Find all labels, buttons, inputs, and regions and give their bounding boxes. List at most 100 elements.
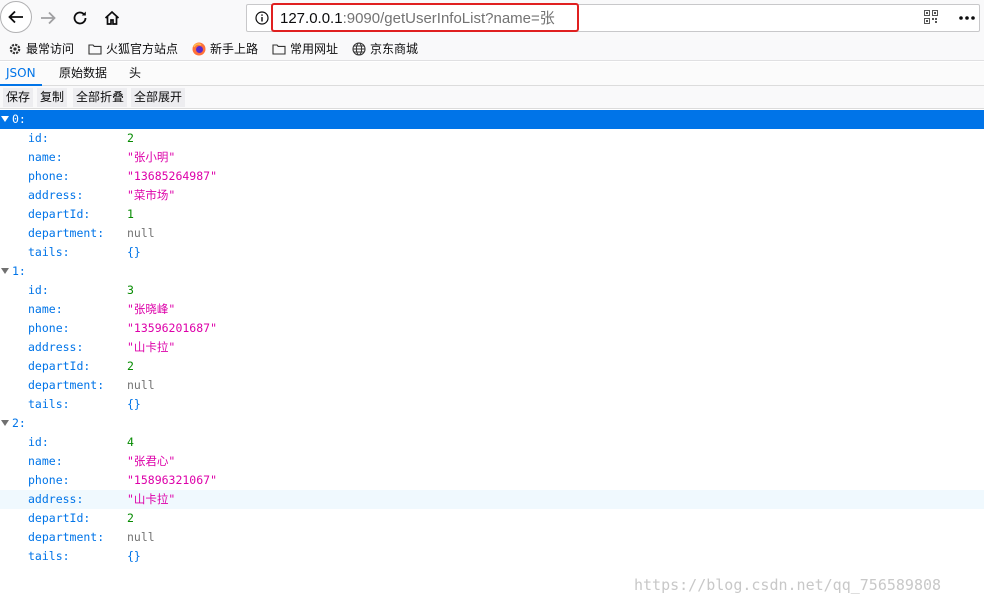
field-value: 3 <box>127 283 134 297</box>
table-row[interactable]: tails: {} <box>0 547 984 566</box>
bookmark-most-visited[interactable]: 最常访问 <box>8 40 74 57</box>
field-key: tails: <box>28 397 70 411</box>
expand-arrow-icon[interactable] <box>1 116 9 122</box>
bookmark-getting-started[interactable]: 新手上路 <box>192 40 258 57</box>
field-value: "山卡拉" <box>127 340 176 354</box>
field-value: 1 <box>127 207 134 221</box>
home-icon <box>104 10 120 25</box>
field-value: 2 <box>127 511 134 525</box>
table-row[interactable]: department: null <box>0 376 984 395</box>
table-row[interactable]: address: "菜市场" <box>0 186 984 205</box>
field-key: departId: <box>28 511 91 525</box>
field-value: null <box>127 226 155 240</box>
field-key: address: <box>28 492 84 506</box>
forward-button[interactable] <box>32 2 64 34</box>
field-value: "张晓峰" <box>127 302 176 316</box>
field-key: phone: <box>28 473 70 487</box>
expand-arrow-icon[interactable] <box>1 268 9 274</box>
table-row[interactable]: departId: 2 <box>0 509 984 528</box>
field-value: {} <box>127 549 141 563</box>
table-row[interactable]: department: null <box>0 224 984 243</box>
bookmark-firefox-official[interactable]: 火狐官方站点 <box>88 40 178 57</box>
field-key: tails: <box>28 245 70 259</box>
collapse-all-button[interactable]: 全部折叠 <box>73 88 128 107</box>
record-index: 2: <box>12 416 26 430</box>
table-row[interactable]: departId: 1 <box>0 205 984 224</box>
table-row[interactable]: phone: "13596201687" <box>0 319 984 338</box>
field-key: id: <box>28 435 49 449</box>
field-key: department: <box>28 378 105 392</box>
field-key: name: <box>28 302 63 316</box>
field-key: phone: <box>28 169 70 183</box>
expand-arrow-icon[interactable] <box>1 420 9 426</box>
json-viewer-toolbar: 保存 复制 全部折叠 全部展开 <box>0 86 984 109</box>
arrow-right-icon <box>41 11 56 25</box>
arrow-left-icon <box>8 10 23 24</box>
table-row[interactable]: name: "张君心" <box>0 452 984 471</box>
expand-all-button[interactable]: 全部展开 <box>131 88 186 107</box>
url-host: 127.0.0.1 <box>280 10 343 27</box>
table-row[interactable]: tails: {} <box>0 243 984 262</box>
bookmark-label: 新手上路 <box>210 42 259 56</box>
bookmark-common-sites[interactable]: 常用网址 <box>272 40 338 57</box>
firefox-logo-icon <box>192 42 206 55</box>
field-value: "张小明" <box>127 150 176 164</box>
url-path: :9090/getUserInfoList?name=张 <box>342 10 555 27</box>
reload-button[interactable] <box>64 2 96 34</box>
field-value: "张君心" <box>127 454 176 468</box>
table-row[interactable]: address: "山卡拉" <box>0 490 984 509</box>
field-key: department: <box>28 530 105 544</box>
gear-icon <box>9 43 21 54</box>
home-button[interactable] <box>96 2 128 34</box>
field-value: 2 <box>127 131 134 145</box>
tab-json[interactable]: JSON <box>0 62 42 86</box>
tab-headers[interactable]: 头 <box>123 62 147 86</box>
field-key: id: <box>28 283 49 297</box>
field-value: "13596201687" <box>127 321 218 335</box>
back-button[interactable] <box>0 1 32 33</box>
folder-icon <box>272 43 286 55</box>
tree-row-record-1[interactable]: 1: <box>0 262 984 281</box>
field-value: "山卡拉" <box>127 492 176 506</box>
field-value: "15896321067" <box>127 473 218 487</box>
info-icon[interactable] <box>255 11 269 25</box>
bookmark-jd-mall[interactable]: 京东商城 <box>352 40 418 57</box>
field-value: "菜市场" <box>127 188 176 202</box>
table-row[interactable]: phone: "15896321067" <box>0 471 984 490</box>
bookmark-label: 最常访问 <box>26 42 75 56</box>
table-row[interactable]: tails: {} <box>0 395 984 414</box>
reload-icon <box>73 11 87 25</box>
more-menu-icon[interactable] <box>957 8 977 28</box>
tree-row-record-2[interactable]: 2: <box>0 414 984 433</box>
field-value: null <box>127 530 155 544</box>
field-key: departId: <box>28 359 91 373</box>
globe-icon <box>352 41 366 56</box>
field-key: name: <box>28 454 63 468</box>
table-row[interactable]: phone: "13685264987" <box>0 167 984 186</box>
table-row[interactable]: departId: 2 <box>0 357 984 376</box>
bookmarks-toolbar: 最常访问 火狐官方站点 新手上路 常用网址 京东商城 <box>0 36 984 61</box>
field-key: department: <box>28 226 105 240</box>
bookmark-label: 京东商城 <box>370 42 419 56</box>
tab-raw-data[interactable]: 原始数据 <box>53 62 113 86</box>
table-row[interactable]: name: "张晓峰" <box>0 300 984 319</box>
field-key: address: <box>28 340 84 354</box>
folder-icon <box>88 43 102 55</box>
bookmark-label: 常用网址 <box>290 42 339 56</box>
table-row[interactable]: id: 3 <box>0 281 984 300</box>
qr-code-icon[interactable] <box>924 10 938 24</box>
field-value: 2 <box>127 359 134 373</box>
field-key: name: <box>28 150 63 164</box>
table-row[interactable]: name: "张小明" <box>0 148 984 167</box>
field-key: tails: <box>28 549 70 563</box>
copy-button[interactable]: 复制 <box>37 88 68 107</box>
tree-row-record-0[interactable]: 0: <box>0 110 984 129</box>
table-row[interactable]: id: 4 <box>0 433 984 452</box>
table-row[interactable]: id: 2 <box>0 129 984 148</box>
table-row[interactable]: department: null <box>0 528 984 547</box>
field-value: null <box>127 378 155 392</box>
url-text[interactable]: 127.0.0.1:9090/getUserInfoList?name=张 <box>280 7 555 28</box>
navigation-toolbar: 127.0.0.1:9090/getUserInfoList?name=张 <box>0 0 984 36</box>
save-button[interactable]: 保存 <box>3 88 34 107</box>
table-row[interactable]: address: "山卡拉" <box>0 338 984 357</box>
